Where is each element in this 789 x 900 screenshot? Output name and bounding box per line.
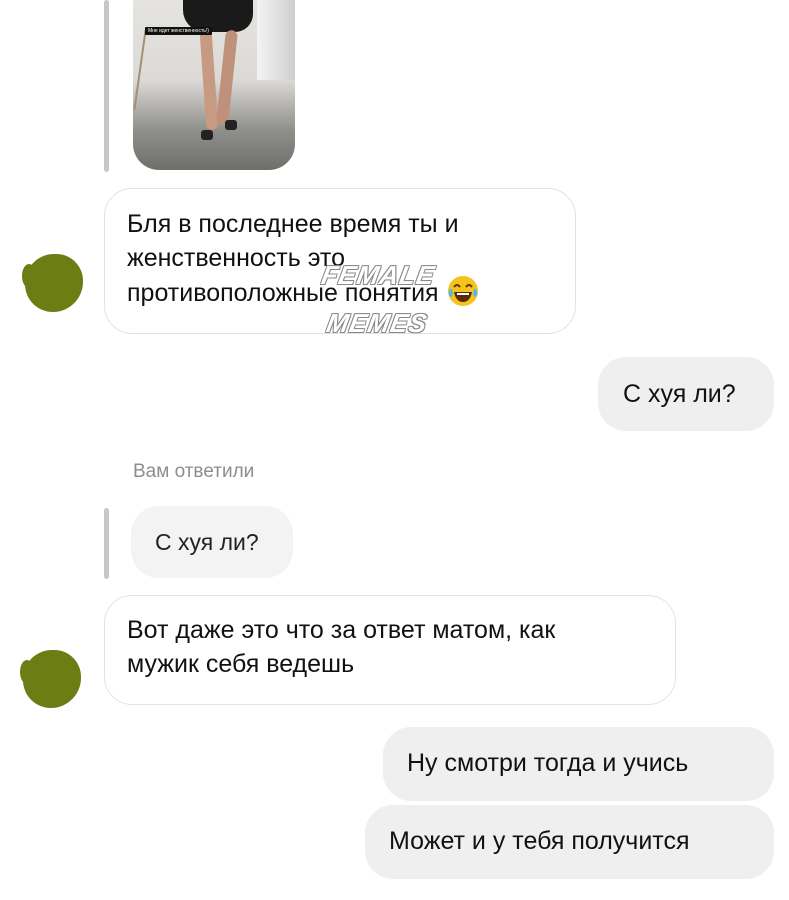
- sender-avatar[interactable]: [20, 650, 81, 708]
- photo-plant: [133, 30, 167, 110]
- shared-photo[interactable]: Мне идет женственность!): [133, 0, 295, 170]
- laughing-emoji-icon: [447, 275, 479, 307]
- message-line: Вот даже это что за ответ матом, как: [127, 616, 556, 644]
- photo-shoe: [225, 120, 237, 130]
- reply-label: Вам ответили: [133, 461, 255, 482]
- watermark-line: MEMES: [324, 308, 430, 338]
- message-line: мужик себя ведешь: [127, 650, 355, 678]
- watermark-line: FEMALE: [319, 260, 438, 290]
- reply-indicator-bar: [104, 508, 109, 579]
- message-line: Бля в последнее время ты и: [127, 210, 459, 238]
- photo-caption: Мне идет женственность!): [145, 27, 212, 35]
- photo-leg: [199, 29, 219, 131]
- reply-indicator-bar: [104, 0, 109, 172]
- quoted-text: С хуя ли?: [155, 529, 259, 555]
- photo-shoe: [201, 130, 213, 140]
- outgoing-message[interactable]: С хуя ли?: [598, 357, 774, 431]
- message-text: Может и у тебя получится: [389, 827, 690, 855]
- quoted-message[interactable]: С хуя ли?: [131, 506, 293, 578]
- outgoing-message[interactable]: Ну смотри тогда и учись: [383, 727, 774, 801]
- message-text: Ну смотри тогда и учись: [407, 749, 689, 777]
- incoming-message[interactable]: Вот даже это что за ответ матом, как муж…: [104, 595, 676, 705]
- photo-leg: [216, 29, 238, 126]
- photo-wall: [257, 0, 295, 80]
- message-text: С хуя ли?: [623, 380, 736, 408]
- outgoing-message[interactable]: Может и у тебя получится: [365, 805, 774, 879]
- sender-avatar[interactable]: [22, 254, 83, 312]
